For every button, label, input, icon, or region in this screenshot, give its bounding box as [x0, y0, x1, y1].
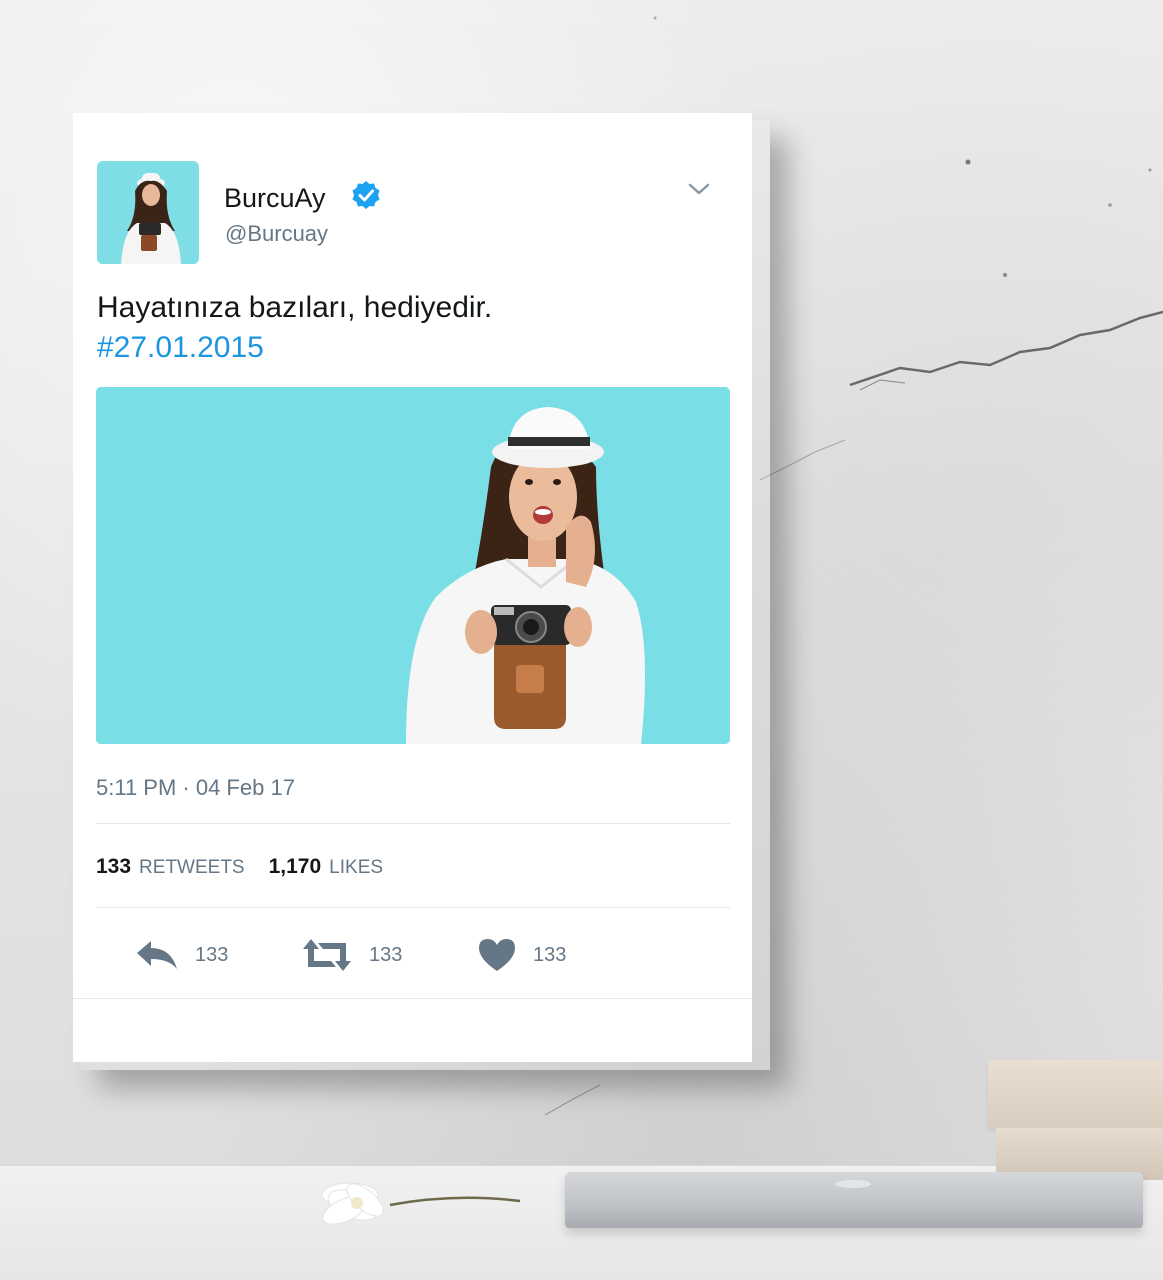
retweets-label: RETWEETS — [139, 857, 245, 878]
likes-stat[interactable]: 1,170 LIKES — [269, 855, 383, 879]
like-button[interactable]: 133 — [477, 935, 566, 975]
laptop — [565, 1172, 1143, 1228]
divider — [73, 998, 752, 999]
hashtag-link[interactable]: #27.01.2015 — [97, 331, 264, 365]
divider — [96, 907, 730, 908]
retweet-count: 133 — [369, 943, 403, 966]
laptop-logo — [835, 1180, 871, 1188]
tweet-timestamp[interactable]: 5:11 PM · 04 Feb 17 — [96, 775, 295, 801]
tweet-photo — [96, 387, 730, 744]
retweets-stat[interactable]: 133 RETWEETS — [96, 855, 245, 879]
avatar[interactable] — [97, 161, 199, 264]
heart-icon — [479, 939, 515, 971]
verified-badge-icon — [352, 181, 380, 209]
like-count: 133 — [533, 943, 567, 966]
user-handle[interactable]: @Burcuay — [225, 221, 328, 247]
tweet-actions: 133 133 133 — [135, 935, 655, 975]
avatar-image — [97, 161, 199, 264]
tweet-stats: 133 RETWEETS 1,170 LIKES — [96, 855, 383, 879]
tweet-text: Hayatınıza bazıları, hediyedir. — [97, 291, 493, 324]
likes-count: 1,170 — [268, 855, 322, 878]
chevron-down-icon[interactable] — [687, 181, 711, 197]
likes-label: LIKES — [329, 857, 384, 878]
flower-decoration — [321, 1182, 521, 1225]
reply-count: 133 — [195, 943, 229, 966]
divider — [96, 823, 730, 824]
retweet-icon — [303, 939, 351, 971]
decor-box — [988, 1060, 1163, 1128]
tweet-media[interactable] — [96, 387, 730, 744]
tweet-card: BurcuAy @Burcuay Hayatınıza bazıları, he… — [73, 113, 752, 1062]
display-name[interactable]: BurcuAy — [224, 183, 326, 214]
reply-button[interactable]: 133 — [135, 935, 228, 975]
reply-icon — [137, 941, 177, 969]
retweets-count: 133 — [96, 855, 132, 878]
retweet-button[interactable]: 133 — [301, 935, 402, 975]
